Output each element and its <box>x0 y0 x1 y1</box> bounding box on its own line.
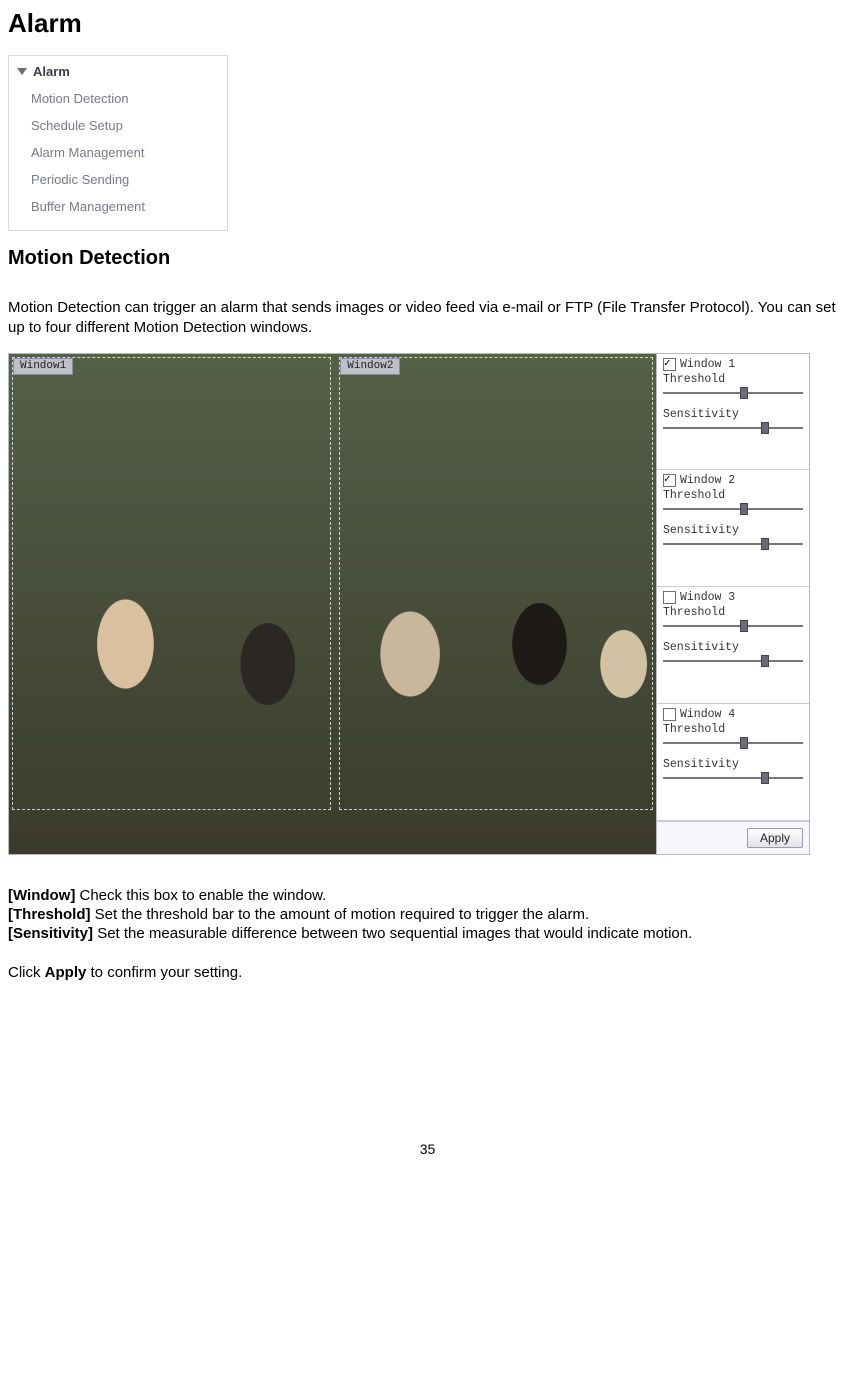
camera-preview: Window1 Window2 <box>9 354 656 854</box>
intro-paragraph: Motion Detection can trigger an alarm th… <box>8 298 847 339</box>
window-2-threshold-label: Threshold <box>663 489 803 502</box>
window-2-label: Window 2 <box>680 474 735 487</box>
def-text: Set the threshold bar to the amount of m… <box>91 906 590 923</box>
window-1-threshold-slider[interactable] <box>663 388 803 398</box>
window-4-threshold-label: Threshold <box>663 723 803 736</box>
window-3-group: Window 3 Threshold Sensitivity <box>657 587 809 704</box>
def-text: Check this box to enable the window. <box>75 887 326 904</box>
apply-line-bold: Apply <box>45 964 87 981</box>
window-2-sensitivity-slider[interactable] <box>663 539 803 549</box>
apply-instruction: Click Apply to confirm your setting. <box>8 964 847 981</box>
window-4-checkbox[interactable] <box>663 708 676 721</box>
settings-panel: Window 1 Threshold Sensitivity Window 2 … <box>656 354 809 854</box>
page-title: Alarm <box>8 8 847 39</box>
window-4-sensitivity-label: Sensitivity <box>663 758 803 771</box>
apply-button[interactable]: Apply <box>747 828 803 848</box>
window-1-label: Window 1 <box>680 358 735 371</box>
window-3-label: Window 3 <box>680 591 735 604</box>
apply-line-suffix: to confirm your setting. <box>86 964 242 981</box>
window-4-group: Window 4 Threshold Sensitivity <box>657 704 809 821</box>
detection-window-1-box <box>12 357 331 810</box>
nav-header: Alarm <box>9 62 227 85</box>
section-heading: Motion Detection <box>8 247 847 270</box>
window-3-threshold-label: Threshold <box>663 606 803 619</box>
nav-item: Schedule Setup <box>31 112 227 139</box>
nav-item: Alarm Management <box>31 139 227 166</box>
apply-line-prefix: Click <box>8 964 45 981</box>
window-4-threshold-slider[interactable] <box>663 738 803 748</box>
window-2-threshold-slider[interactable] <box>663 504 803 514</box>
nav-header-label: Alarm <box>33 64 70 79</box>
collapse-icon <box>17 68 27 75</box>
window-4-label: Window 4 <box>680 708 735 721</box>
window-3-checkbox[interactable] <box>663 591 676 604</box>
nav-item: Motion Detection <box>31 85 227 112</box>
def-key: [Threshold] <box>8 906 91 923</box>
def-key: [Window] <box>8 887 75 904</box>
window-1-sensitivity-label: Sensitivity <box>663 408 803 421</box>
window-1-checkbox[interactable] <box>663 358 676 371</box>
window-4-sensitivity-slider[interactable] <box>663 773 803 783</box>
window-1-sensitivity-slider[interactable] <box>663 423 803 433</box>
definitions: [Window] Check this box to enable the wi… <box>8 887 847 942</box>
def-key: [Sensitivity] <box>8 925 93 942</box>
nav-item: Periodic Sending <box>31 166 227 193</box>
page-number: 35 <box>8 1141 847 1157</box>
window-3-sensitivity-label: Sensitivity <box>663 641 803 654</box>
apply-row: Apply <box>657 821 809 854</box>
window-2-group: Window 2 Threshold Sensitivity <box>657 470 809 587</box>
window-3-sensitivity-slider[interactable] <box>663 656 803 666</box>
window-1-threshold-label: Threshold <box>663 373 803 386</box>
def-text: Set the measurable difference between tw… <box>93 925 692 942</box>
detection-window-1-label: Window1 <box>13 358 73 375</box>
nav-item: Buffer Management <box>31 193 227 220</box>
window-3-threshold-slider[interactable] <box>663 621 803 631</box>
window-1-group: Window 1 Threshold Sensitivity <box>657 354 809 471</box>
alarm-nav-tree: Alarm Motion Detection Schedule Setup Al… <box>8 55 228 231</box>
motion-detection-screenshot: Window1 Window2 Window 1 Threshold Sensi… <box>8 353 810 855</box>
window-2-sensitivity-label: Sensitivity <box>663 524 803 537</box>
detection-window-2-box <box>339 357 653 810</box>
window-2-checkbox[interactable] <box>663 474 676 487</box>
detection-window-2-label: Window2 <box>340 358 400 375</box>
